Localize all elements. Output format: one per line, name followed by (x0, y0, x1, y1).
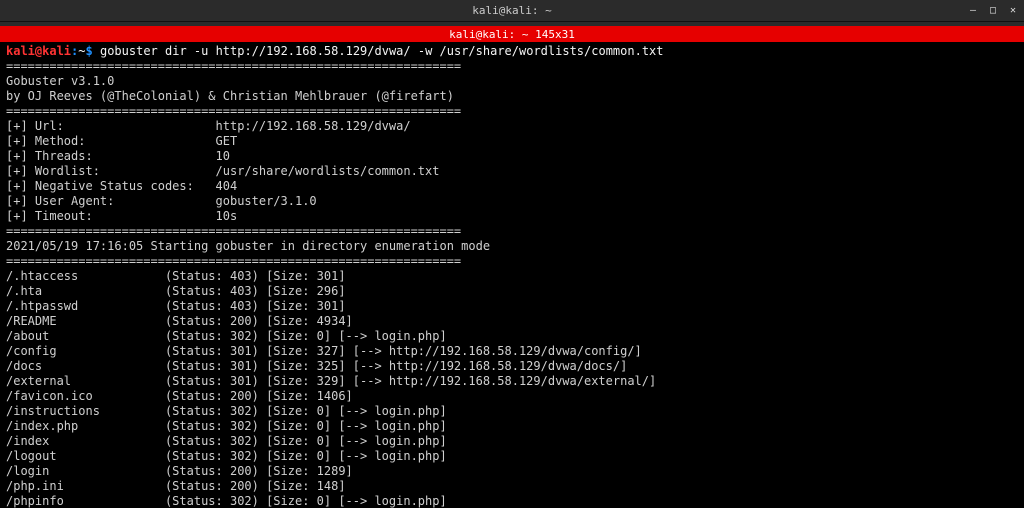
result-line: /docs (Status: 301) [Size: 325] [--> htt… (6, 359, 627, 373)
result-line: /login (Status: 200) [Size: 1289] (6, 464, 353, 478)
config-line: [+] Url: http://192.168.58.129/dvwa/ (6, 119, 411, 133)
config-line: [+] Timeout: 10s (6, 209, 237, 223)
config-line: [+] Method: GET (6, 134, 237, 148)
config-line: [+] Threads: 10 (6, 149, 230, 163)
prompt-user: kali@kali (6, 44, 71, 58)
close-button[interactable]: ✕ (1006, 4, 1020, 18)
maximize-button[interactable]: □ (986, 4, 1000, 18)
divider: ========================================… (6, 224, 461, 238)
command-text: gobuster dir -u http://192.168.58.129/dv… (100, 44, 664, 58)
minimize-button[interactable]: – (966, 4, 980, 18)
result-line: /external (Status: 301) [Size: 329] [-->… (6, 374, 656, 388)
result-line: /favicon.ico (Status: 200) [Size: 1406] (6, 389, 353, 403)
result-line: /php.ini (Status: 200) [Size: 148] (6, 479, 346, 493)
prompt-end: $ (86, 44, 93, 58)
result-line: /config (Status: 301) [Size: 327] [--> h… (6, 344, 642, 358)
prompt-path: ~ (78, 44, 85, 58)
terminal-tabbar[interactable]: kali@kali: ~ 145x31 (0, 26, 1024, 42)
result-line: /.htpasswd (Status: 403) [Size: 301] (6, 299, 346, 313)
divider: ========================================… (6, 59, 461, 73)
window-controls: – □ ✕ (966, 4, 1020, 18)
result-line: /index (Status: 302) [Size: 0] [--> logi… (6, 434, 447, 448)
config-line: [+] Negative Status codes: 404 (6, 179, 237, 193)
result-line: /logout (Status: 302) [Size: 0] [--> log… (6, 449, 447, 463)
terminal-output[interactable]: kali@kali:~$ gobuster dir -u http://192.… (0, 42, 1024, 508)
banner-line: by OJ Reeves (@TheColonial) & Christian … (6, 89, 454, 103)
terminal-tab-label: kali@kali: ~ 145x31 (449, 28, 575, 41)
result-line: /phpinfo (Status: 302) [Size: 0] [--> lo… (6, 494, 447, 508)
divider: ========================================… (6, 254, 461, 268)
result-line: /instructions (Status: 302) [Size: 0] [-… (6, 404, 447, 418)
divider: ========================================… (6, 104, 461, 118)
start-line: 2021/05/19 17:16:05 Starting gobuster in… (6, 239, 490, 253)
banner-line: Gobuster v3.1.0 (6, 74, 114, 88)
window-title: kali@kali: ~ (472, 4, 551, 17)
config-line: [+] Wordlist: /usr/share/wordlists/commo… (6, 164, 439, 178)
result-line: /about (Status: 302) [Size: 0] [--> logi… (6, 329, 447, 343)
result-line: /README (Status: 200) [Size: 4934] (6, 314, 353, 328)
result-line: /.hta (Status: 403) [Size: 296] (6, 284, 346, 298)
config-line: [+] User Agent: gobuster/3.1.0 (6, 194, 317, 208)
result-line: /.htaccess (Status: 403) [Size: 301] (6, 269, 346, 283)
result-line: /index.php (Status: 302) [Size: 0] [--> … (6, 419, 447, 433)
window-titlebar: kali@kali: ~ – □ ✕ (0, 0, 1024, 22)
